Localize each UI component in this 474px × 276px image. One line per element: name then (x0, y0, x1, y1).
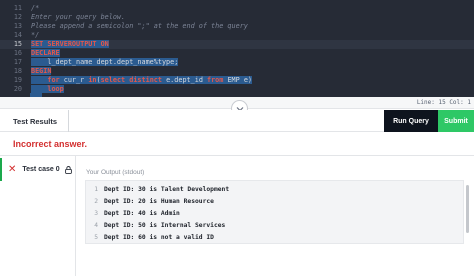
tab-test-results[interactable]: Test Results (0, 110, 69, 132)
code-text: l_dept_name dept.dept_name%type; (31, 58, 179, 67)
code-token: /* (31, 4, 40, 12)
output-line-text: Dept ID: 30 is Talent Development (104, 186, 230, 193)
code-token: in (88, 76, 97, 84)
output-line: 2 Dept ID: 20 is Human Resource (86, 196, 463, 207)
code-token: e.dept_id (166, 76, 207, 84)
output-line-number: 1 (94, 186, 98, 193)
code-line[interactable]: 15 SET SERVEROUTPUT ON (0, 40, 474, 49)
line-number: 14 (13, 31, 22, 39)
code-line[interactable]: 12 Enter your query below. (0, 13, 474, 22)
output-panel: Your Output (stdout) 1 Dept ID: 30 is Tal… (77, 156, 474, 276)
output-line-number: 3 (94, 210, 98, 217)
cursor-position: Line: 15 Col: 1 (416, 99, 471, 106)
testcase-item[interactable]: ✕ Test case 0 (0, 158, 76, 181)
results-toolbar: Test Results Run Query Submit (0, 110, 474, 132)
code-line[interactable]: 18 BEGIN (0, 67, 474, 76)
code-line[interactable]: 17 l_dept_name dept.dept_name%type; (0, 58, 474, 67)
output-line-text: Dept ID: 50 is Internal Services (104, 222, 226, 229)
code-text: DECLARE (31, 49, 60, 58)
line-number: 19 (13, 76, 22, 84)
output-line: 5 Dept ID: 60 is not a valid ID (86, 232, 463, 243)
close-icon: ✕ (8, 164, 17, 175)
output-line-text: Dept ID: 40 is Admin (104, 210, 180, 217)
code-line[interactable]: 13 Please append a semicolon ";" at the e… (0, 22, 474, 31)
scrollbar[interactable] (466, 185, 469, 233)
code-text: Please append a semicolon ";" at the end… (31, 22, 248, 31)
run-query-button[interactable]: Run Query (384, 110, 438, 132)
code-text: /* (31, 4, 39, 13)
code-text: Enter your query below. (31, 13, 125, 22)
line-number: 18 (13, 67, 22, 75)
code-token: from (207, 76, 228, 84)
code-text: */ (31, 31, 39, 40)
code-token: EMP e) (227, 76, 253, 84)
code-text: BEGIN (31, 67, 52, 76)
code-text: SET SERVEROUTPUT ON (31, 40, 109, 49)
code-token: l_dept_name dept.dept_name%type; (31, 58, 179, 66)
line-number: 20 (13, 85, 22, 93)
output-label: Your Output (stdout) (86, 169, 145, 176)
code-token: SET SERVEROUTPUT ON (31, 40, 109, 48)
testcase-list: ✕ Test case 0 (0, 156, 76, 276)
line-number: 13 (13, 22, 22, 30)
code-token: select distinct (100, 76, 167, 84)
output-line: 1 Dept ID: 30 is Talent Development (86, 184, 463, 195)
line-number: 12 (13, 13, 22, 21)
output-line-text: Dept ID: 60 is not a valid ID (104, 234, 214, 241)
code-token: for (31, 76, 64, 84)
code-token: */ (31, 31, 40, 39)
code-text: for cur_r in(select distinct e.dept_id f… (31, 76, 253, 85)
code-token: Please append a semicolon ";" at the end… (31, 22, 248, 30)
output-line: 4 Dept ID: 50 is Internal Services (86, 220, 463, 231)
output-line-number: 2 (94, 198, 98, 205)
output-line-number: 4 (94, 222, 98, 229)
line-number: 11 (13, 4, 22, 12)
code-line[interactable]: 20 loop (0, 85, 474, 94)
testcase-label: Test case 0 (22, 166, 60, 173)
code-line[interactable]: 11 /* (0, 4, 474, 13)
output-box: 1 Dept ID: 30 is Talent Development 2 Dept … (85, 180, 464, 244)
code-token: loop (31, 85, 64, 93)
code-token: BEGIN (31, 67, 52, 75)
code-editor[interactable]: 11 /* 12 Enter your query below. 13 Please ap… (0, 0, 474, 97)
lock-icon (64, 165, 72, 174)
code-token: cur_r (63, 76, 89, 84)
line-number: 16 (13, 49, 22, 57)
output-line-text: Dept ID: 20 is Human Resource (104, 198, 214, 205)
code-token: Enter your query below. (31, 13, 126, 21)
output-line-number: 5 (94, 234, 98, 241)
code-line[interactable]: 14 */ (0, 31, 474, 40)
line-number: 17 (13, 58, 22, 66)
code-line[interactable]: 16 DECLARE (0, 49, 474, 58)
output-line: 3 Dept ID: 40 is Admin (86, 208, 463, 219)
code-token: ( (96, 76, 101, 84)
result-status: Incorrect answer. (13, 139, 88, 149)
line-number: 15 (13, 40, 22, 48)
submit-button[interactable]: Submit (438, 110, 474, 132)
code-token: DECLARE (31, 49, 60, 57)
code-line[interactable]: 19 for cur_r in(select distinct e.dept_i… (0, 76, 474, 85)
